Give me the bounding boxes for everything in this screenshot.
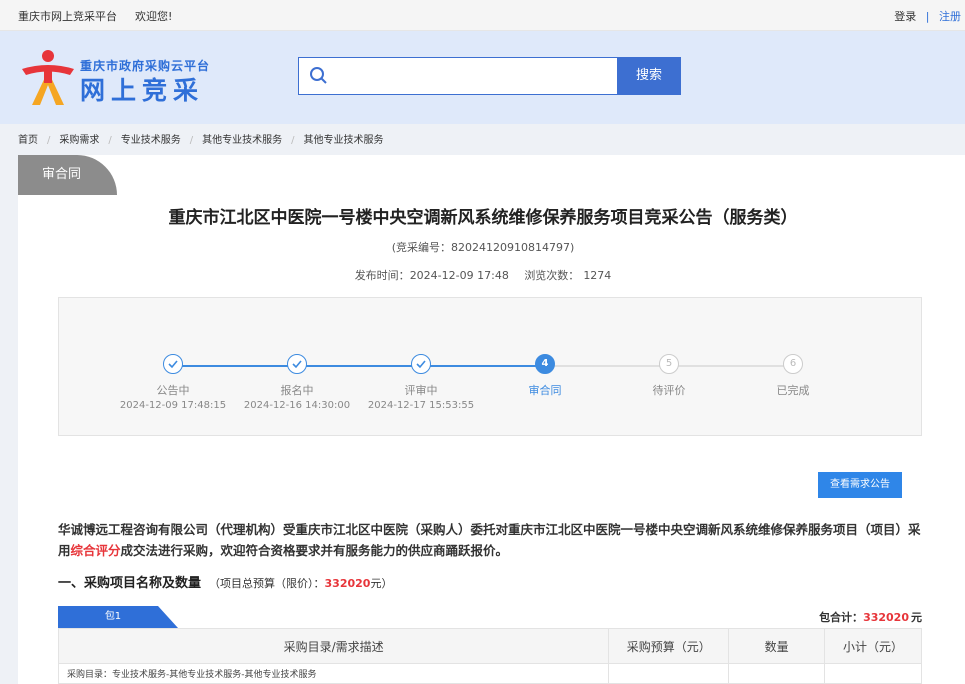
publish-time: 发布时间：2024-12-09 17:48 [354,269,509,282]
breadcrumb-item[interactable]: 其他专业技术服务 [304,131,384,146]
step-number: 5 [659,354,679,374]
header: 重庆市政府采购云平台 网上竞采 搜索 [0,31,965,124]
package-total: 包合计：332020 元 [819,611,922,624]
logo-mark-icon [22,50,74,105]
step-number: 4 [535,354,555,374]
col-header-description: 采购目录/需求描述 [57,628,610,664]
notice-code: (竞采编号：82024120910814797) [391,241,575,254]
search-icon [310,67,327,84]
package-tab-label: 包1 [104,611,122,622]
step-time: 2024-12-09 17:48:15 [119,400,227,411]
step-check-icon [411,354,431,374]
breadcrumb-separator: / [47,135,51,146]
login-link[interactable]: 登录 [894,10,916,23]
breadcrumb-item[interactable]: 专业技术服务 [121,131,181,146]
notice-card: 审合同 重庆市江北区中医院一号楼中央空调新风系统维修保养服务项目竞采公告（服务类… [18,155,965,684]
table-header-row: 采购目录/需求描述 采购预算（元） 数量 小计（元） [57,628,922,664]
evaluation-method: 综合评分 [70,543,121,558]
table-cell [608,663,730,684]
step-check-icon [163,354,183,374]
search-button[interactable]: 搜索 [617,57,681,95]
col-header-quantity: 数量 [728,628,826,664]
breadcrumb: 首页 / 采购需求 / 专业技术服务 / 其他专业技术服务 / 其他专业技术服务 [18,131,384,149]
table-row: 采购目录：专业技术服务-其他专业技术服务-其他专业技术服务 [57,663,922,684]
section-title: 一、采购项目名称及数量 （项目总预算（限价）：332020元） [58,576,393,591]
step-label: 评审中 [404,384,438,397]
breadcrumb-separator: / [189,135,194,146]
progress-steps: 公告中 2024-12-09 17:48:15 报名中 2024-12-16 14:3… [58,297,922,436]
step-5: 5 待评价 [609,354,729,398]
step-2: 报名中 2024-12-16 14:30:00 [237,354,357,411]
col-header-budget: 采购预算（元） [608,628,730,664]
site-logo[interactable]: 重庆市政府采购云平台 网上竞采 [18,47,228,107]
top-bar: 重庆市网上竞采平台 欢迎您! 登录 | 注册 [0,0,965,31]
step-label: 报名中 [280,384,314,397]
logo-title: 网上竞采 [80,76,205,105]
notice-meta: 发布时间：2024-12-09 17:48 浏览次数： 1274 [18,267,948,283]
breadcrumb-item[interactable]: 采购需求 [59,131,99,146]
breadcrumb-home[interactable]: 首页 [18,131,38,146]
step-6: 6 已完成 [733,354,853,398]
notice-intro: 华诚博远工程咨询有限公司（代理机构）受重庆市江北区中医院（采购人）委托对重庆市江… [58,522,921,558]
auth-links: 登录 | 注册 [894,8,961,24]
search-input[interactable] [298,57,618,95]
status-tab: 审合同 [18,155,117,195]
view-count: 浏览次数： 1274 [524,269,612,282]
auth-separator: | [925,10,930,23]
step-label: 已完成 [776,384,810,397]
notice-title: 重庆市江北区中医院一号楼中央空调新风系统维修保养服务项目竞采公告（服务类） [168,208,798,228]
col-header-subtotal: 小计（元） [824,628,922,664]
view-request-notice-button[interactable]: 查看需求公告 [818,472,902,498]
step-label: 审合同 [528,384,562,397]
breadcrumb-separator: / [291,135,295,146]
step-3: 评审中 2024-12-17 15:53:55 [361,354,481,411]
step-time: 2024-12-16 14:30:00 [243,400,351,411]
step-label: 待评价 [652,384,686,397]
step-check-icon [287,354,307,374]
total-budget: （项目总预算（限价）：332020元） [209,577,393,590]
step-number: 6 [783,354,803,374]
register-link[interactable]: 注册 [939,10,961,23]
table-cell [728,663,826,684]
table-cell: 采购目录：专业技术服务-其他专业技术服务-其他专业技术服务 [57,663,610,684]
site-name: 重庆市网上竞采平台 [18,10,117,23]
step-label: 公告中 [156,384,190,397]
breadcrumb-item[interactable]: 其他专业技术服务 [202,131,282,146]
welcome-text: 欢迎您! [135,10,173,23]
breadcrumb-separator: / [108,135,112,146]
package-tab[interactable]: 包1 [58,606,178,628]
package-table: 采购目录/需求描述 采购预算（元） 数量 小计（元） 采购目录：专业技术服务-其… [57,628,922,684]
step-1: 公告中 2024-12-09 17:48:15 [113,354,233,411]
step-time: 2024-12-17 15:53:55 [367,400,475,411]
step-4: 4 审合同 [485,354,605,398]
table-cell [824,663,922,684]
